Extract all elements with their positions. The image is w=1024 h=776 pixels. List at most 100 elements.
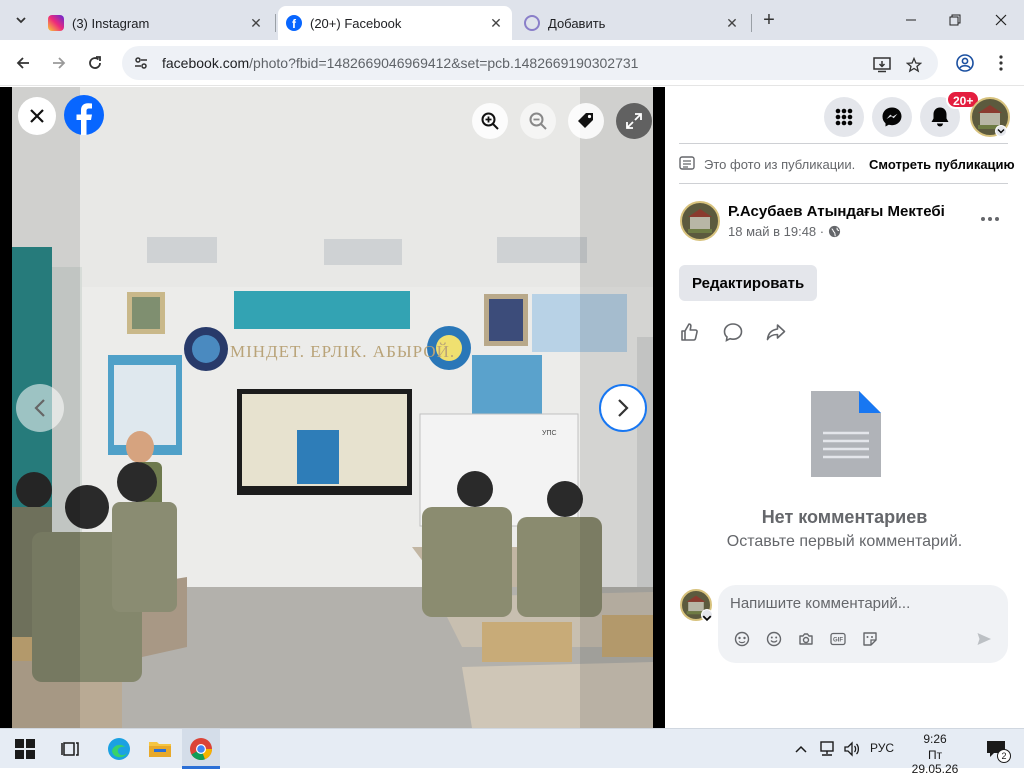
expand-icon <box>626 113 642 129</box>
messenger-button[interactable] <box>872 97 912 137</box>
tab-strip: (3) Instagram ✕ f (20+) Facebook ✕ Добав… <box>0 0 1024 40</box>
menu-button[interactable] <box>824 97 864 137</box>
avatar-sticker-button[interactable] <box>734 631 750 647</box>
tab-title: (3) Instagram <box>72 15 150 31</box>
comment-icon <box>723 323 743 342</box>
fullscreen-button[interactable] <box>616 103 652 139</box>
back-button[interactable] <box>8 48 38 78</box>
view-publication-link[interactable]: Смотреть публикацию <box>869 157 1015 172</box>
post-timestamp[interactable]: 18 май в 19:48 · <box>728 224 824 239</box>
school-logo-icon <box>688 209 712 233</box>
tag-photo-button[interactable] <box>568 103 604 139</box>
edit-button[interactable]: Редактировать <box>679 265 818 301</box>
next-photo-button[interactable] <box>599 384 647 432</box>
facebook-f-icon <box>76 103 92 135</box>
share-button[interactable] <box>766 322 788 344</box>
tab-search-button[interactable] <box>8 7 34 33</box>
bookmark-button[interactable] <box>904 55 924 75</box>
star-icon <box>906 57 922 73</box>
globe-icon <box>829 225 841 238</box>
chevron-down-icon <box>997 129 1005 134</box>
chrome-icon <box>190 738 212 760</box>
like-button[interactable] <box>679 322 701 344</box>
post-side-panel: 20+ Это фото из публикации. Смотреть пуб… <box>665 87 1024 728</box>
volume-button[interactable] <box>840 734 864 764</box>
account-icon <box>956 54 974 72</box>
new-tab-button[interactable]: + <box>758 9 780 31</box>
no-comments-title: Нет комментариев <box>761 507 928 527</box>
task-view-button[interactable] <box>56 734 86 764</box>
close-tab-icon[interactable]: ✕ <box>248 15 264 31</box>
tab-title: Добавить <box>548 15 606 31</box>
messenger-icon <box>882 107 902 127</box>
minimize-button[interactable] <box>888 6 934 34</box>
facebook-logo[interactable] <box>64 95 104 135</box>
network-button[interactable] <box>815 734 839 764</box>
author-name[interactable]: Р.Асубаев Атындағы Мектебі <box>728 203 945 220</box>
instagram-icon <box>48 15 64 31</box>
send-icon <box>977 633 991 645</box>
close-tab-icon[interactable]: ✕ <box>488 15 504 31</box>
reload-icon <box>89 56 101 69</box>
comment-box[interactable]: Напишите комментарий... GIF <box>718 585 1008 663</box>
url-text: facebook.com/photo?fbid=1482669046969412… <box>162 55 638 71</box>
post-photo: МІНДЕТ. ЕРЛІК. АБЫРОЙ. УПС <box>12 87 653 728</box>
address-bar[interactable]: facebook.com/photo?fbid=1482669046969412… <box>122 46 938 80</box>
send-comment-button[interactable] <box>976 631 992 647</box>
previous-photo-button[interactable] <box>16 384 64 432</box>
task-view-icon <box>61 742 79 756</box>
chevron-right-icon <box>618 399 629 417</box>
commenter-chevron[interactable] <box>701 609 713 622</box>
browser-toolbar: facebook.com/photo?fbid=1482669046969412… <box>0 40 1024 86</box>
forward-button[interactable] <box>44 48 74 78</box>
show-hidden-icons-button[interactable] <box>790 734 812 764</box>
comment-input[interactable]: Напишите комментарий... <box>730 595 910 612</box>
file-explorer-button[interactable] <box>145 734 175 764</box>
notification-center-button[interactable]: 2 <box>982 734 1011 764</box>
edge-icon <box>108 738 130 760</box>
install-app-button[interactable] <box>872 55 892 75</box>
start-button[interactable] <box>10 734 40 764</box>
clock-date: Пт 29.05.26 <box>911 748 959 776</box>
grid-menu-icon <box>835 108 853 126</box>
language-indicator[interactable]: РУС <box>870 741 894 755</box>
site-info-button[interactable] <box>126 48 156 78</box>
close-window-button[interactable] <box>978 6 1024 34</box>
tab-facebook[interactable]: f (20+) Facebook ✕ <box>278 6 512 40</box>
sticker-button[interactable] <box>862 631 878 647</box>
chrome-button[interactable] <box>186 734 216 764</box>
close-tab-icon[interactable]: ✕ <box>724 15 740 31</box>
url-host: facebook.com <box>162 55 250 71</box>
arrow-right-icon <box>53 57 66 69</box>
emoji-button[interactable] <box>766 631 782 647</box>
install-icon <box>873 57 891 73</box>
zoom-out-button[interactable] <box>520 103 556 139</box>
close-viewer-button[interactable] <box>18 97 56 135</box>
account-menu-chevron[interactable] <box>995 125 1007 137</box>
tab-title: (20+) Facebook <box>310 15 402 31</box>
tab-dobavit[interactable]: Добавить ✕ <box>516 6 748 40</box>
minimize-icon <box>906 19 916 21</box>
reload-button[interactable] <box>80 48 110 78</box>
no-comments-subtitle: Оставьте первый комментарий. <box>726 533 963 550</box>
network-icon <box>820 741 834 756</box>
divider <box>679 183 1008 184</box>
tab-instagram[interactable]: (3) Instagram ✕ <box>40 6 272 40</box>
post-options-button[interactable] <box>977 209 1003 229</box>
browser-menu-button[interactable] <box>986 48 1016 78</box>
restore-button[interactable] <box>932 6 978 34</box>
clock[interactable]: 9:26 Пт 29.05.26 <box>904 732 966 776</box>
comment-button[interactable] <box>723 322 745 344</box>
arrow-left-icon <box>16 57 29 69</box>
edge-button[interactable] <box>104 734 134 764</box>
speaker-icon <box>844 741 860 757</box>
author-avatar[interactable] <box>680 201 720 241</box>
gif-button[interactable]: GIF <box>830 631 846 647</box>
bell-icon <box>931 107 949 127</box>
photo-button[interactable] <box>798 631 814 647</box>
camera-icon <box>799 633 813 645</box>
avatar-sticker-icon <box>734 631 750 647</box>
zoom-in-button[interactable] <box>472 103 508 139</box>
kebab-icon <box>999 55 1003 71</box>
profile-button[interactable] <box>950 48 980 78</box>
